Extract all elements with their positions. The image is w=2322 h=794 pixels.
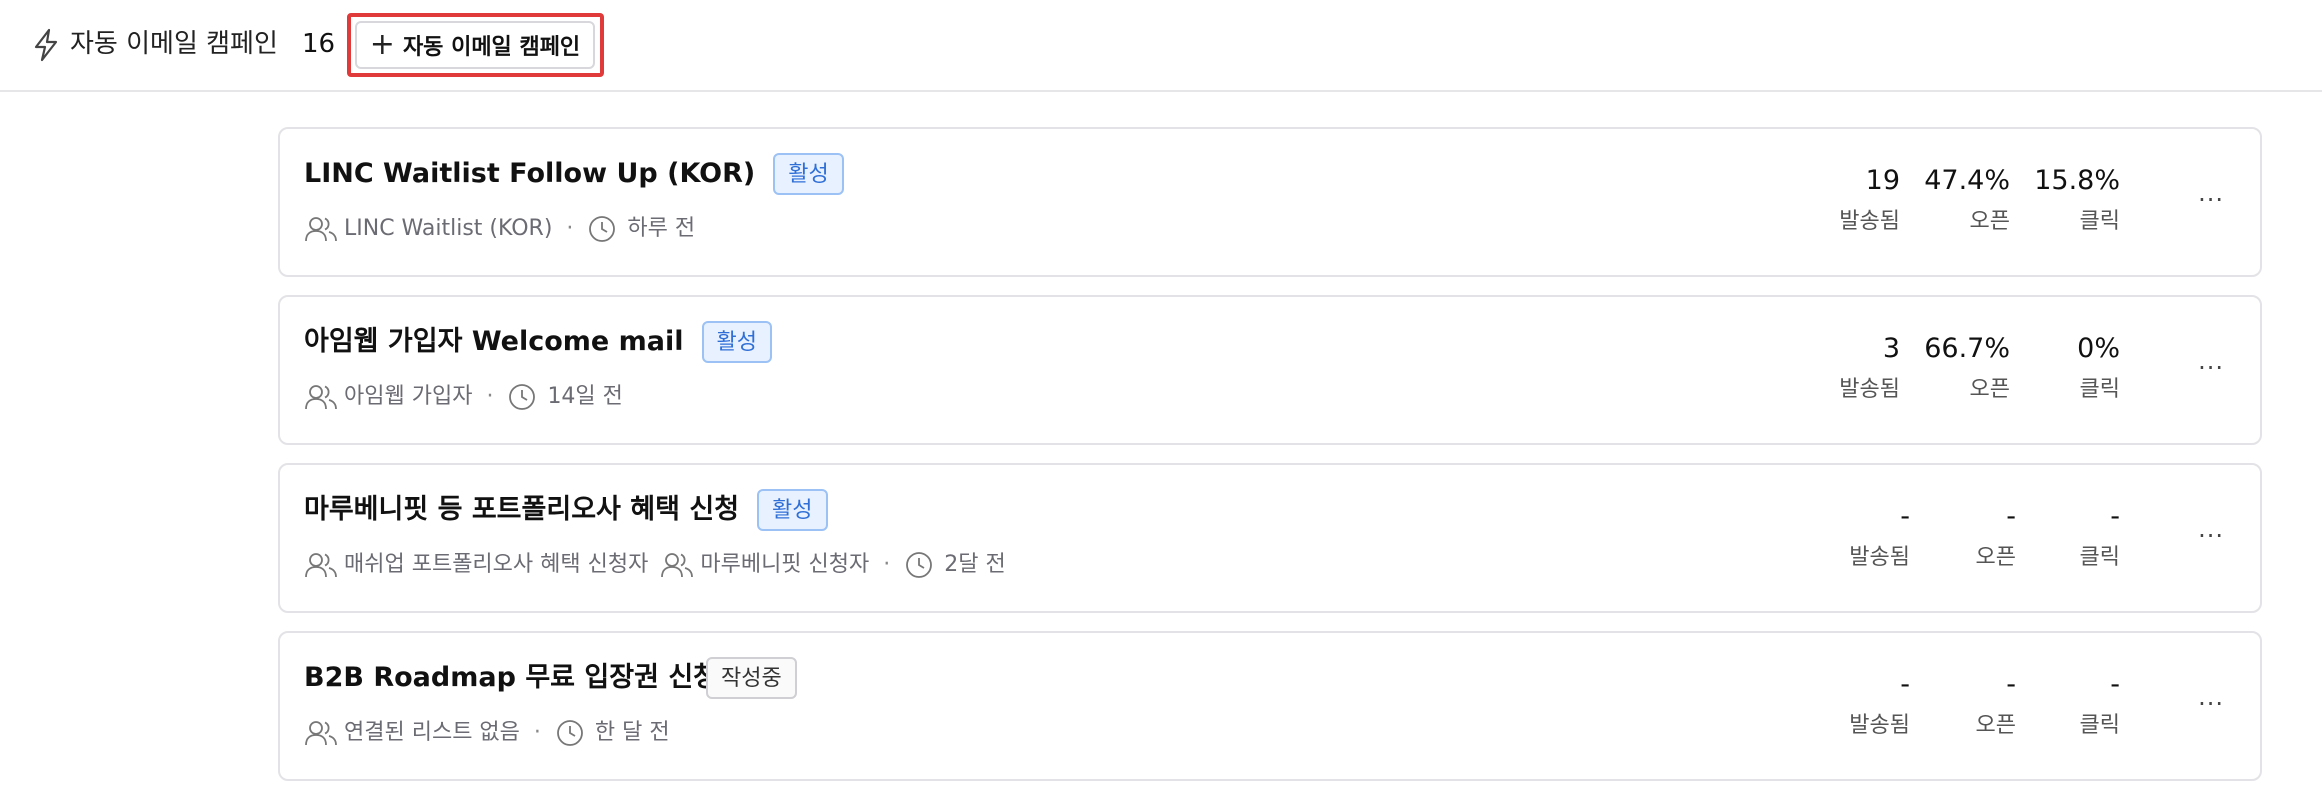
- users-icon: [304, 718, 338, 748]
- campaign-title[interactable]: 마루베니핏 등 포트폴리오사 혜택 신청: [304, 490, 739, 530]
- click-value: -: [2110, 501, 2120, 532]
- sent-value: 3: [1882, 333, 1900, 364]
- sent-label: 발송됨: [1849, 545, 1910, 570]
- lightning-icon: [32, 28, 60, 62]
- create-campaign-button[interactable]: + 자동 이메일 캠페인: [355, 21, 595, 69]
- clock-icon: [555, 718, 589, 748]
- list-name: LINC Waitlist (KOR): [344, 216, 553, 241]
- users-icon: [304, 214, 338, 244]
- clock-icon: [904, 550, 938, 580]
- campaign-card[interactable]: LINC Waitlist Follow Up (KOR) 활성 LINC Wa…: [278, 127, 2262, 277]
- status-badge: 활성: [701, 321, 772, 363]
- list-name: 연결된 리스트 없음: [344, 720, 520, 745]
- open-value: 66.7%: [1924, 333, 2010, 364]
- campaign-card[interactable]: 아임웹 가입자 Welcome mail 활성 아임웹 가입자 · 14일 전 …: [278, 295, 2262, 445]
- list-name: 매쉬업 포트폴리오사 혜택 신청자: [344, 552, 649, 577]
- status-badge: 작성중: [706, 657, 797, 699]
- create-campaign-label: 자동 이메일 캠페인: [402, 35, 581, 60]
- campaign-stats: 3 발송됨 66.7% 오픈 0% 클릭: [1800, 331, 2120, 407]
- updated-time: 14일 전: [547, 384, 623, 409]
- page-title: 자동 이메일 캠페인: [70, 29, 278, 59]
- sent-label: 발송됨: [1839, 209, 1900, 234]
- plus-icon: +: [369, 27, 395, 62]
- campaign-stats: - 발송됨 - 오픈 - 클릭: [1800, 499, 2120, 575]
- separator: ·: [883, 552, 891, 577]
- clock-icon: [587, 214, 621, 244]
- click-label: 클릭: [2079, 545, 2120, 570]
- updated-time: 한 달 전: [594, 720, 670, 745]
- separator: ·: [566, 216, 574, 241]
- users-icon: [660, 550, 694, 580]
- more-options-icon[interactable]: ···: [2198, 185, 2224, 215]
- updated-time: 2달 전: [944, 552, 1006, 577]
- updated-time: 하루 전: [627, 216, 696, 241]
- campaign-title[interactable]: B2B Roadmap 무료 입장권 신청...: [304, 658, 749, 698]
- more-options-icon[interactable]: ···: [2198, 353, 2224, 383]
- campaign-stats: - 발송됨 - 오픈 - 클릭: [1800, 667, 2120, 743]
- click-label: 클릭: [2079, 713, 2120, 738]
- click-value: -: [2110, 669, 2120, 700]
- click-label: 클릭: [2079, 377, 2120, 402]
- sent-value: -: [1900, 501, 1910, 532]
- campaign-card[interactable]: B2B Roadmap 무료 입장권 신청... 작성중 연결된 리스트 없음 …: [278, 631, 2262, 781]
- campaign-title[interactable]: 아임웹 가입자 Welcome mail: [304, 322, 684, 362]
- sent-value: 19: [1865, 165, 1900, 196]
- click-label: 클릭: [2079, 209, 2120, 234]
- users-icon: [304, 550, 338, 580]
- users-icon: [304, 382, 338, 412]
- open-value: 47.4%: [1924, 165, 2010, 196]
- open-label: 오픈: [1975, 545, 2016, 570]
- campaign-count: 16: [302, 29, 336, 59]
- sent-value: -: [1900, 669, 1910, 700]
- campaign-stats: 19 발송됨 47.4% 오픈 15.8% 클릭: [1800, 163, 2120, 239]
- click-value: 15.8%: [2034, 165, 2120, 196]
- open-value: -: [2006, 669, 2016, 700]
- page-header: 자동 이메일 캠페인 16 + 자동 이메일 캠페인: [0, 0, 2322, 92]
- list-name: 마루베니핏 신청자: [700, 552, 870, 577]
- separator: ·: [486, 384, 494, 409]
- click-value: 0%: [2077, 333, 2120, 364]
- campaign-title[interactable]: LINC Waitlist Follow Up (KOR): [304, 154, 755, 194]
- open-label: 오픈: [1969, 209, 2010, 234]
- open-label: 오픈: [1975, 713, 2016, 738]
- open-label: 오픈: [1969, 377, 2010, 402]
- more-options-icon[interactable]: ···: [2198, 521, 2224, 551]
- sent-label: 발송됨: [1839, 377, 1900, 402]
- list-name: 아임웹 가입자: [344, 384, 473, 409]
- status-badge: 활성: [757, 489, 828, 531]
- separator: ·: [533, 720, 541, 745]
- clock-icon: [507, 382, 541, 412]
- status-badge: 활성: [773, 153, 844, 195]
- open-value: -: [2006, 501, 2016, 532]
- sent-label: 발송됨: [1849, 713, 1910, 738]
- campaign-card[interactable]: 마루베니핏 등 포트폴리오사 혜택 신청 활성 매쉬업 포트폴리오사 혜택 신청…: [278, 463, 2262, 613]
- more-options-icon[interactable]: ···: [2198, 689, 2224, 719]
